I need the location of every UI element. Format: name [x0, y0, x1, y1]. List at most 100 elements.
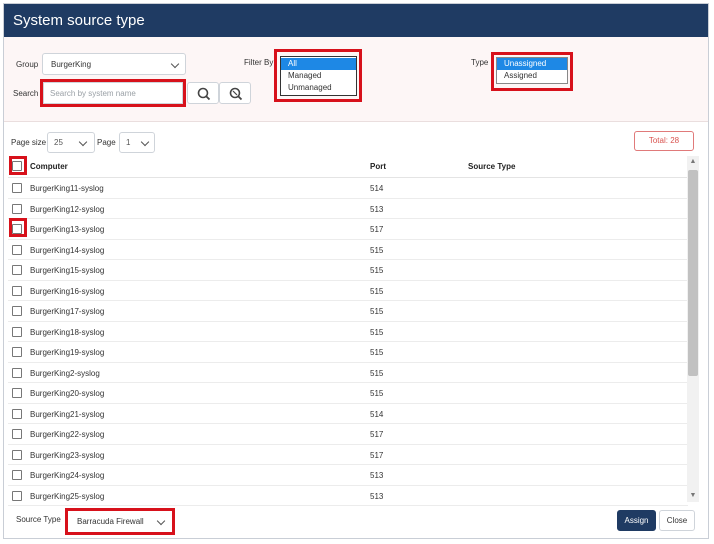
table-row[interactable]: BurgerKing14-syslog 515 — [8, 240, 688, 260]
page-label: Page — [97, 138, 116, 147]
table-row[interactable]: BurgerKing16-syslog 515 — [8, 281, 688, 301]
cell-computer: BurgerKing24-syslog — [30, 471, 105, 480]
dialog-titlebar: System source type — [4, 4, 708, 37]
cell-computer: BurgerKing15-syslog — [30, 266, 105, 275]
table-row[interactable]: BurgerKing21-syslog 514 — [8, 404, 688, 424]
clear-search-button[interactable] — [219, 82, 251, 104]
cell-port: 515 — [370, 266, 384, 275]
cell-port: 515 — [370, 307, 384, 316]
chevron-down-icon — [140, 137, 150, 147]
table-row[interactable]: BurgerKing17-syslog 515 — [8, 301, 688, 322]
page-select[interactable]: 1 — [119, 132, 155, 153]
highlight-filter-by — [274, 49, 362, 102]
cell-port: 515 — [370, 245, 384, 255]
cell-port: 515 — [370, 389, 384, 398]
total-value: 28 — [670, 136, 680, 145]
table-row[interactable]: BurgerKing19-syslog 515 — [8, 342, 688, 363]
table-row[interactable]: BurgerKing2-syslog 515 — [8, 363, 688, 383]
highlight-source-type — [65, 508, 175, 535]
cell-port: 513 — [370, 491, 384, 501]
cell-port: 515 — [370, 286, 384, 296]
row-checkbox[interactable] — [12, 265, 22, 275]
search-button[interactable] — [187, 82, 219, 104]
cell-port: 517 — [370, 225, 384, 234]
table-row[interactable]: BurgerKing23-syslog 517 — [8, 445, 688, 465]
table-row[interactable]: BurgerKing12-syslog 513 — [8, 199, 688, 219]
scroll-down-icon[interactable]: ▼ — [688, 491, 698, 501]
cell-computer: BurgerKing18-syslog — [30, 327, 105, 337]
table-row[interactable]: BurgerKing15-syslog 515 — [8, 260, 688, 281]
row-checkbox[interactable] — [12, 490, 22, 501]
system-source-type-dialog: System source type Group BurgerKing Filt… — [3, 3, 709, 539]
table-row[interactable]: BurgerKing25-syslog 513 — [8, 486, 688, 506]
row-checkbox[interactable] — [12, 306, 22, 316]
cell-port: 515 — [370, 327, 384, 337]
cell-port: 517 — [370, 450, 384, 460]
row-checkbox[interactable] — [12, 347, 22, 357]
row-checkbox[interactable] — [12, 470, 22, 480]
row-checkbox[interactable] — [12, 408, 22, 419]
cell-computer: BurgerKing21-syslog — [30, 409, 105, 419]
cell-port: 513 — [370, 204, 384, 214]
table-row[interactable]: BurgerKing13-syslog 517 — [8, 219, 688, 240]
table-row[interactable]: BurgerKing11-syslog 514 — [8, 178, 688, 199]
search-icon — [197, 87, 211, 101]
table-row[interactable]: BurgerKing24-syslog 513 — [8, 465, 688, 486]
row-checkbox[interactable] — [12, 326, 22, 337]
table-header: Computer Port Source Type — [8, 156, 688, 178]
cell-port: 515 — [370, 368, 384, 378]
assign-button[interactable]: Assign — [617, 510, 656, 531]
paging-row: Page size 25 Page 1 — [4, 128, 708, 154]
cell-computer: BurgerKing2-syslog — [30, 368, 100, 378]
dialog-footer: Source Type Barracuda Firewall Assign Cl… — [4, 504, 708, 538]
source-type-label: Source Type — [16, 515, 61, 524]
cell-port: 515 — [370, 348, 384, 357]
table-row[interactable]: BurgerKing22-syslog 517 — [8, 424, 688, 445]
chevron-down-icon — [78, 137, 88, 147]
filter-panel: Group BurgerKing Filter By All Managed U… — [4, 37, 708, 122]
table-row[interactable]: BurgerKing20-syslog 515 — [8, 383, 688, 404]
clear-search-icon — [229, 87, 243, 101]
cell-computer: BurgerKing22-syslog — [30, 430, 105, 439]
cell-computer: BurgerKing17-syslog — [30, 307, 105, 316]
row-checkbox[interactable] — [12, 203, 22, 214]
row-checkbox[interactable] — [12, 449, 22, 460]
cell-computer: BurgerKing11-syslog — [30, 184, 104, 193]
table-row[interactable]: BurgerKing18-syslog 515 — [8, 322, 688, 342]
highlight-type — [491, 52, 573, 91]
highlight-row-checkbox — [9, 218, 27, 237]
row-checkbox[interactable] — [12, 285, 22, 296]
dialog-title: System source type — [13, 12, 145, 29]
chevron-down-icon — [170, 59, 180, 69]
cell-computer: BurgerKing20-syslog — [30, 389, 105, 398]
row-checkbox[interactable] — [12, 367, 22, 378]
type-label: Type — [471, 58, 489, 67]
highlight-search — [40, 79, 186, 107]
total-label: Total: — [648, 136, 668, 145]
page-size-value: 25 — [54, 138, 63, 147]
close-button[interactable]: Close — [659, 510, 695, 531]
highlight-select-all — [9, 156, 27, 175]
cell-port: 517 — [370, 430, 384, 439]
page-size-select[interactable]: 25 — [47, 132, 95, 153]
cell-computer: BurgerKing14-syslog — [30, 245, 105, 255]
page-value: 1 — [126, 138, 131, 147]
cell-computer: BurgerKing13-syslog — [30, 225, 105, 234]
cell-port: 513 — [370, 471, 384, 480]
row-checkbox[interactable] — [12, 429, 22, 439]
table-scrollbar-thumb[interactable] — [688, 170, 698, 376]
group-select-value: BurgerKing — [51, 60, 92, 69]
scroll-up-icon[interactable]: ▲ — [688, 157, 698, 167]
row-checkbox[interactable] — [12, 244, 22, 255]
column-computer[interactable]: Computer — [30, 162, 68, 171]
page-size-label: Page size — [11, 138, 47, 147]
column-port[interactable]: Port — [370, 162, 386, 171]
group-select[interactable]: BurgerKing — [42, 53, 186, 75]
row-checkbox[interactable] — [12, 183, 22, 193]
cell-computer: BurgerKing25-syslog — [30, 491, 105, 501]
column-source-type[interactable]: Source Type — [468, 162, 515, 171]
row-checkbox[interactable] — [12, 388, 22, 398]
cell-computer: BurgerKing19-syslog — [30, 348, 105, 357]
group-label: Group — [16, 60, 39, 69]
total-badge: Total: 28 — [634, 131, 694, 151]
